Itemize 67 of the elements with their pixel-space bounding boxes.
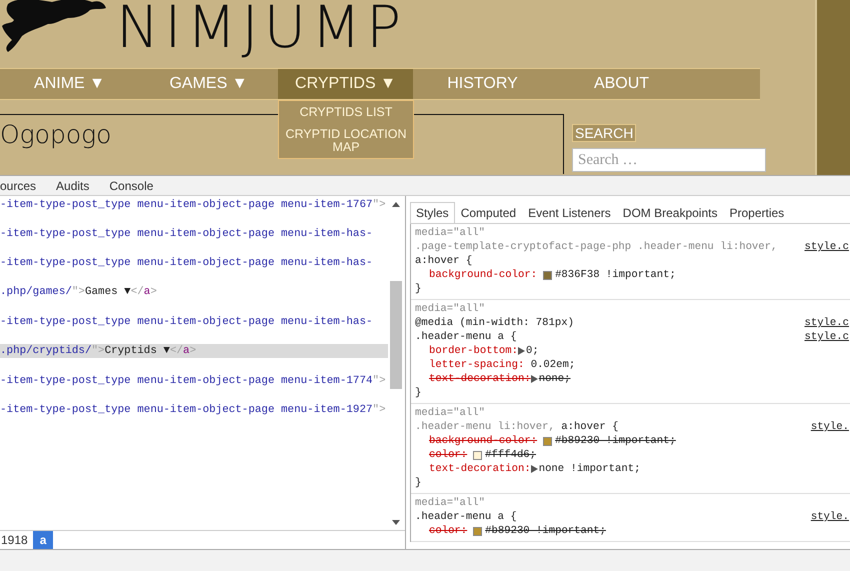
source-link[interactable]: style. <box>810 420 849 434</box>
scrollbar-thumb[interactable] <box>390 281 402 389</box>
css-property-value[interactable]: none !important; <box>538 462 640 476</box>
css-selector: .header-menu li:hover, <box>415 421 555 433</box>
dom-line[interactable]: -item-type-post_type menu-item-object-page menu-item-1774"> <box>0 374 388 388</box>
scroll-up-icon[interactable] <box>392 202 400 207</box>
css-selector: .page-template-cryptofact-page-php .header-menu li:hover, <box>415 241 778 253</box>
breadcrumb[interactable]: a <box>32 531 54 549</box>
sidebar-tab[interactable]: Event Listeners <box>522 202 617 223</box>
css-property-value[interactable]: #fff4d6; <box>485 448 536 462</box>
search-label: SEARCH <box>572 124 636 142</box>
css-property-name[interactable]: letter-spacing: <box>429 358 524 372</box>
source-link[interactable]: style. <box>810 510 849 524</box>
sidebar-tab[interactable]: DOM Breakpoints <box>616 202 724 223</box>
page-title: Ogopogo <box>0 120 112 149</box>
css-property-value[interactable]: 0; <box>526 344 539 358</box>
color-swatch[interactable] <box>543 436 552 446</box>
breadcrumb[interactable]: 1918 <box>0 531 33 549</box>
expand-arrow-icon[interactable] <box>530 465 538 473</box>
rule-close-brace: } <box>415 476 422 490</box>
sidebar-tab[interactable]: Styles <box>410 202 455 223</box>
dom-line[interactable]: -item-type-post_type menu-item-object-page menu-item-1767"> <box>0 198 388 212</box>
css-property-name[interactable]: border-bottom: <box>429 344 518 358</box>
sidebar-tab[interactable]: Properties <box>723 202 790 223</box>
rule-close-brace: } <box>415 386 422 400</box>
css-property-name[interactable]: color: <box>429 448 468 462</box>
css-property-name[interactable]: background-color: <box>429 268 538 282</box>
css-property-value[interactable]: #836F38 !important; <box>555 268 676 282</box>
color-swatch[interactable] <box>473 450 482 460</box>
dom-line[interactable]: -item-type-post_type menu-item-object-page menu-item-has- <box>0 227 388 241</box>
css-property-value[interactable]: 0.02em; <box>530 358 576 372</box>
css-selector: .header-menu a { <box>415 331 517 343</box>
css-property-name[interactable]: background-color: <box>429 434 538 448</box>
dom-line[interactable]: -item-type-post_type menu-item-object-page menu-item-has- <box>0 315 388 329</box>
css-selector: a:hover { <box>415 255 472 267</box>
dom-line[interactable]: -item-type-post_type menu-item-object-page menu-item-has- <box>0 256 388 270</box>
devtools-tab[interactable]: ources <box>0 178 36 192</box>
site-logo[interactable]: NIMJUMP <box>116 0 406 56</box>
media-attribute: media="all" <box>415 226 486 240</box>
dom-line[interactable]: .php/games/">Games ▼</a> <box>0 285 388 299</box>
css-property-value[interactable]: #b89230 !important; <box>485 524 606 538</box>
color-swatch[interactable] <box>543 270 552 280</box>
expand-arrow-icon[interactable] <box>518 347 526 355</box>
css-selector: a:hover { <box>561 421 618 433</box>
color-swatch[interactable] <box>473 526 482 536</box>
animal-silhouette-icon <box>0 0 108 54</box>
css-property-value[interactable]: none; <box>538 372 571 386</box>
dom-line[interactable]: -item-type-post_type menu-item-object-page menu-item-1927"> <box>0 403 388 417</box>
devtools-tab[interactable]: Console <box>109 178 154 192</box>
css-property-value[interactable]: #b89230 !important; <box>555 434 676 448</box>
sidebar-tab[interactable]: Computed <box>454 202 522 223</box>
media-attribute: media="all" <box>415 302 486 316</box>
search-field[interactable]: Search … <box>572 148 766 172</box>
devtools-tab[interactable]: Audits <box>56 178 90 192</box>
source-link[interactable]: style.c <box>804 330 849 344</box>
css-selector: .header-menu a { <box>415 511 517 523</box>
css-selector: @media (min-width: 781px) <box>415 317 574 329</box>
expand-arrow-icon[interactable] <box>530 375 538 383</box>
media-attribute: media="all" <box>415 406 486 420</box>
css-property-name[interactable]: text-decoration: <box>429 462 531 476</box>
rule-close-brace: } <box>415 282 422 296</box>
css-property-name[interactable]: color: <box>429 524 468 538</box>
source-link[interactable]: style.c <box>804 240 849 254</box>
media-attribute: media="all" <box>415 496 486 510</box>
scroll-down-icon[interactable] <box>392 520 400 525</box>
css-property-name[interactable]: text-decoration: <box>429 372 531 386</box>
source-link[interactable]: style.c <box>804 316 849 330</box>
